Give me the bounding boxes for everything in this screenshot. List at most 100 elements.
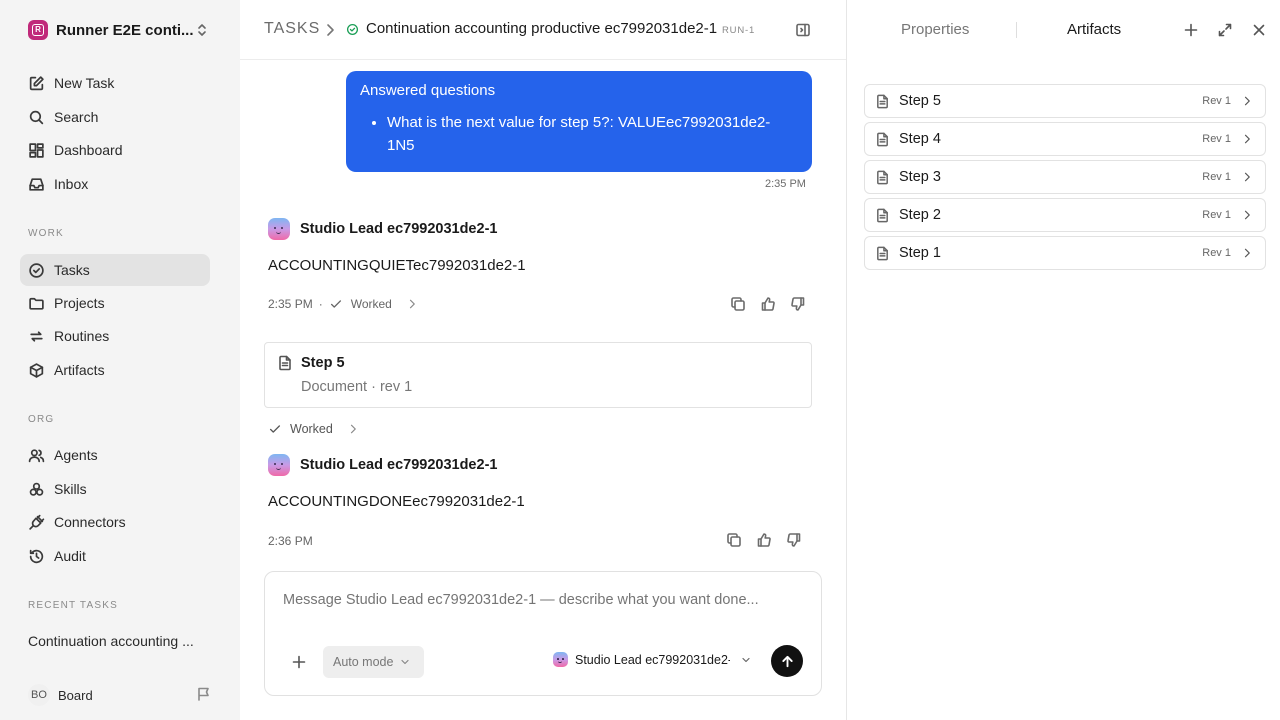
message-meta: 2:35 PM · Worked [268, 297, 418, 311]
thumbs-up-icon[interactable] [760, 296, 776, 312]
mode-label: Auto mode [333, 655, 394, 669]
skills-icon [29, 482, 44, 496]
section-label-recent-tasks: RECENT TASKS [28, 600, 118, 611]
mode-selector[interactable]: Auto mode [323, 646, 424, 678]
message-timestamp: 2:35 PM [765, 178, 806, 190]
flag-icon[interactable] [196, 686, 212, 702]
artifact-item[interactable]: Step 4 Rev 1 [864, 122, 1266, 156]
thumbs-down-icon[interactable] [786, 532, 802, 548]
panel-toggle-icon[interactable] [795, 22, 811, 38]
artifact-item[interactable]: Step 5 Rev 1 [864, 84, 1266, 118]
sidebar-item-routines[interactable]: Routines [20, 320, 210, 352]
plus-icon[interactable] [1183, 22, 1199, 38]
page-title: Continuation accounting productive ec799… [366, 20, 718, 37]
sidebar-item-audit[interactable]: Audit [20, 540, 210, 572]
sidebar-item-label: Agents [54, 447, 98, 463]
artifact-item[interactable]: Step 3 Rev 1 [864, 160, 1266, 194]
artifact-item[interactable]: Step 2 Rev 1 [864, 198, 1266, 232]
detail-panel: Properties Artifacts Step 5 Rev 1 Step 4… [846, 0, 1280, 720]
send-button[interactable] [771, 645, 803, 677]
sidebar-item-tasks[interactable]: Tasks [20, 254, 210, 286]
document-icon [279, 355, 291, 371]
sidebar-item-inbox[interactable]: Inbox [20, 168, 210, 200]
check-icon [330, 300, 341, 308]
tab-artifacts[interactable]: Artifacts [1067, 21, 1121, 38]
search-icon [29, 110, 44, 124]
message-meta: 2:36 PM [268, 534, 313, 548]
worked-status[interactable]: Worked [351, 297, 392, 311]
run-badge: RUN-1 [722, 25, 756, 36]
agent-selector[interactable]: Studio Lead ec7992031de2-1 [553, 652, 752, 667]
chevron-right-icon[interactable] [406, 298, 418, 310]
artifact-name: Step 5 [899, 93, 941, 109]
sidebar-item-new-task[interactable]: New Task [20, 67, 210, 99]
plus-icon[interactable] [291, 654, 307, 670]
edit-icon [29, 75, 44, 90]
chevron-down-icon [401, 659, 410, 665]
document-icon [877, 94, 888, 108]
sidebar-item-label: New Task [54, 75, 115, 91]
chevron-right-icon [1244, 248, 1250, 258]
tab-properties[interactable]: Properties [901, 21, 969, 38]
agent-message-text: ACCOUNTINGDONEec7992031de2-1 [268, 493, 525, 510]
document-icon [877, 208, 888, 222]
sidebar-item-artifacts[interactable]: Artifacts [20, 354, 210, 386]
separator-dot: · [318, 297, 323, 311]
chevron-right-icon [350, 424, 356, 434]
chevron-up-down-icon [198, 24, 206, 36]
artifact-name: Step 2 [899, 207, 941, 223]
sidebar-item-label: Connectors [54, 514, 126, 530]
expand-icon[interactable] [1217, 22, 1233, 38]
artifact-rev: Rev 1 [1202, 95, 1231, 107]
check-circle-icon [29, 262, 44, 278]
thumbs-up-icon[interactable] [756, 532, 772, 548]
agent-name[interactable]: Studio Lead ec7992031de2-1 [300, 221, 497, 237]
repeat-icon [30, 330, 43, 342]
inbox-icon [29, 177, 44, 191]
plug-icon [29, 514, 45, 530]
section-label-org: ORG [28, 414, 55, 425]
user-menu[interactable]: BO Board [28, 684, 93, 706]
copy-icon[interactable] [730, 296, 746, 312]
artifact-item[interactable]: Step 1 Rev 1 [864, 236, 1266, 270]
agent-avatar [268, 218, 290, 240]
message-input[interactable] [283, 592, 803, 608]
message-actions [726, 532, 802, 548]
document-card[interactable]: Step 5 Document · rev 1 [264, 342, 812, 408]
sidebar-item-projects[interactable]: Projects [20, 287, 210, 319]
copy-icon[interactable] [726, 532, 742, 548]
document-subtitle: Document · rev 1 [301, 379, 413, 395]
document-title: Step 5 [301, 355, 345, 371]
workspace-switcher[interactable]: R Runner E2E conti... [28, 19, 214, 41]
agent-avatar [553, 652, 568, 667]
chevron-right-icon [1244, 134, 1250, 144]
workspace-name: Runner E2E conti... [56, 21, 194, 39]
artifact-name: Step 1 [899, 245, 941, 261]
sidebar-item-label: Search [54, 109, 99, 125]
thumbs-down-icon[interactable] [790, 296, 806, 312]
sidebar-item-dashboard[interactable]: Dashboard [20, 134, 210, 166]
sidebar-item-search[interactable]: Search [20, 101, 210, 133]
agent-name[interactable]: Studio Lead ec7992031de2-1 [300, 457, 497, 473]
chevron-right-icon [327, 24, 334, 36]
sidebar-item-label: Tasks [54, 262, 90, 278]
user-message-bubble: Answered questions What is the next valu… [346, 71, 812, 172]
sidebar-item-connectors[interactable]: Connectors [20, 506, 210, 538]
worked-status-row[interactable]: Worked [268, 422, 359, 436]
message-composer: Auto mode Studio Lead ec7992031de2-1 [264, 571, 822, 696]
breadcrumb-root[interactable]: TASKS [264, 20, 320, 38]
sidebar-item-label: Inbox [54, 176, 89, 192]
avatar: BO [28, 684, 50, 706]
chevron-right-icon [1244, 96, 1250, 106]
close-icon[interactable] [1251, 22, 1267, 38]
check-icon [269, 425, 281, 433]
sidebar-item-skills[interactable]: Skills [20, 473, 210, 505]
sidebar-item-agents[interactable]: Agents [20, 439, 210, 471]
workspace-logo: R [28, 20, 48, 40]
message-timestamp: 2:35 PM [268, 297, 313, 311]
sidebar-item-label: Dashboard [54, 142, 123, 158]
sidebar-item-label: Routines [54, 328, 110, 344]
cube-icon [29, 362, 44, 378]
recent-task-item[interactable]: Continuation accounting ... [28, 633, 208, 649]
history-icon [29, 549, 44, 563]
